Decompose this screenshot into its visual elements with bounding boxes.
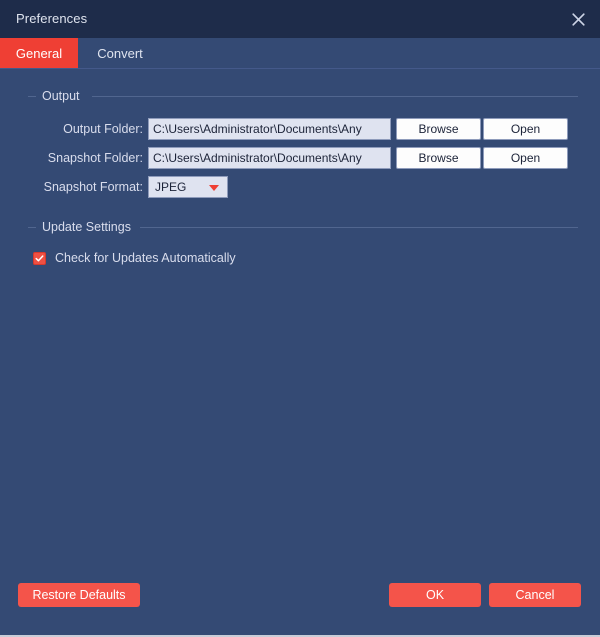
output-folder-open-button[interactable]: Open xyxy=(483,118,568,140)
snapshot-format-select[interactable]: JPEG xyxy=(148,176,228,198)
snapshot-folder-open-label: Open xyxy=(510,151,541,165)
title-bar: Preferences xyxy=(0,0,600,38)
tab-convert-label: Convert xyxy=(97,46,143,61)
tab-strip: General Convert xyxy=(0,38,600,69)
tab-general[interactable]: General xyxy=(0,38,78,69)
ok-label: OK xyxy=(425,588,445,602)
update-group-rule-right xyxy=(140,227,578,228)
snapshot-folder-open-button[interactable]: Open xyxy=(483,147,568,169)
output-folder-browse-label: Browse xyxy=(418,122,459,136)
snapshot-folder-label: Snapshot Folder: xyxy=(47,151,143,165)
restore-defaults-label: Restore Defaults xyxy=(32,588,126,602)
window-title: Preferences xyxy=(16,11,88,26)
output-group-rule-right xyxy=(92,96,578,97)
tab-general-label: General xyxy=(15,46,63,61)
update-group-rule-left xyxy=(28,227,36,228)
restore-defaults-button[interactable]: Restore Defaults xyxy=(18,583,140,607)
tab-convert[interactable]: Convert xyxy=(78,38,162,69)
output-folder-label: Output Folder: xyxy=(63,122,143,136)
update-group-title: Update Settings xyxy=(36,220,137,234)
cancel-label: Cancel xyxy=(515,588,555,602)
output-group-rule-left xyxy=(28,96,36,97)
ok-button[interactable]: OK xyxy=(389,583,481,607)
snapshot-folder-browse-button[interactable]: Browse xyxy=(396,147,481,169)
preferences-dialog: Preferences General Convert Output Outpu… xyxy=(0,0,600,637)
snapshot-format-label: Snapshot Format: xyxy=(43,180,143,194)
content-area: Output Output Folder: Browse Open Snapsh… xyxy=(0,69,600,569)
snapshot-folder-input[interactable] xyxy=(148,147,391,169)
chevron-down-icon xyxy=(209,185,219,191)
output-folder-input[interactable] xyxy=(148,118,391,140)
output-folder-open-label: Open xyxy=(510,122,541,136)
check-updates-automatically-label: Check for Updates Automatically xyxy=(55,251,236,265)
checkmark-icon[interactable] xyxy=(33,251,46,265)
cancel-button[interactable]: Cancel xyxy=(489,583,581,607)
output-group-title: Output xyxy=(36,89,86,103)
snapshot-format-value: JPEG xyxy=(155,180,187,194)
output-folder-browse-button[interactable]: Browse xyxy=(396,118,481,140)
close-icon[interactable] xyxy=(564,7,592,31)
snapshot-folder-browse-label: Browse xyxy=(418,151,459,165)
check-updates-automatically-checkbox-row[interactable]: Check for Updates Automatically xyxy=(33,251,236,265)
